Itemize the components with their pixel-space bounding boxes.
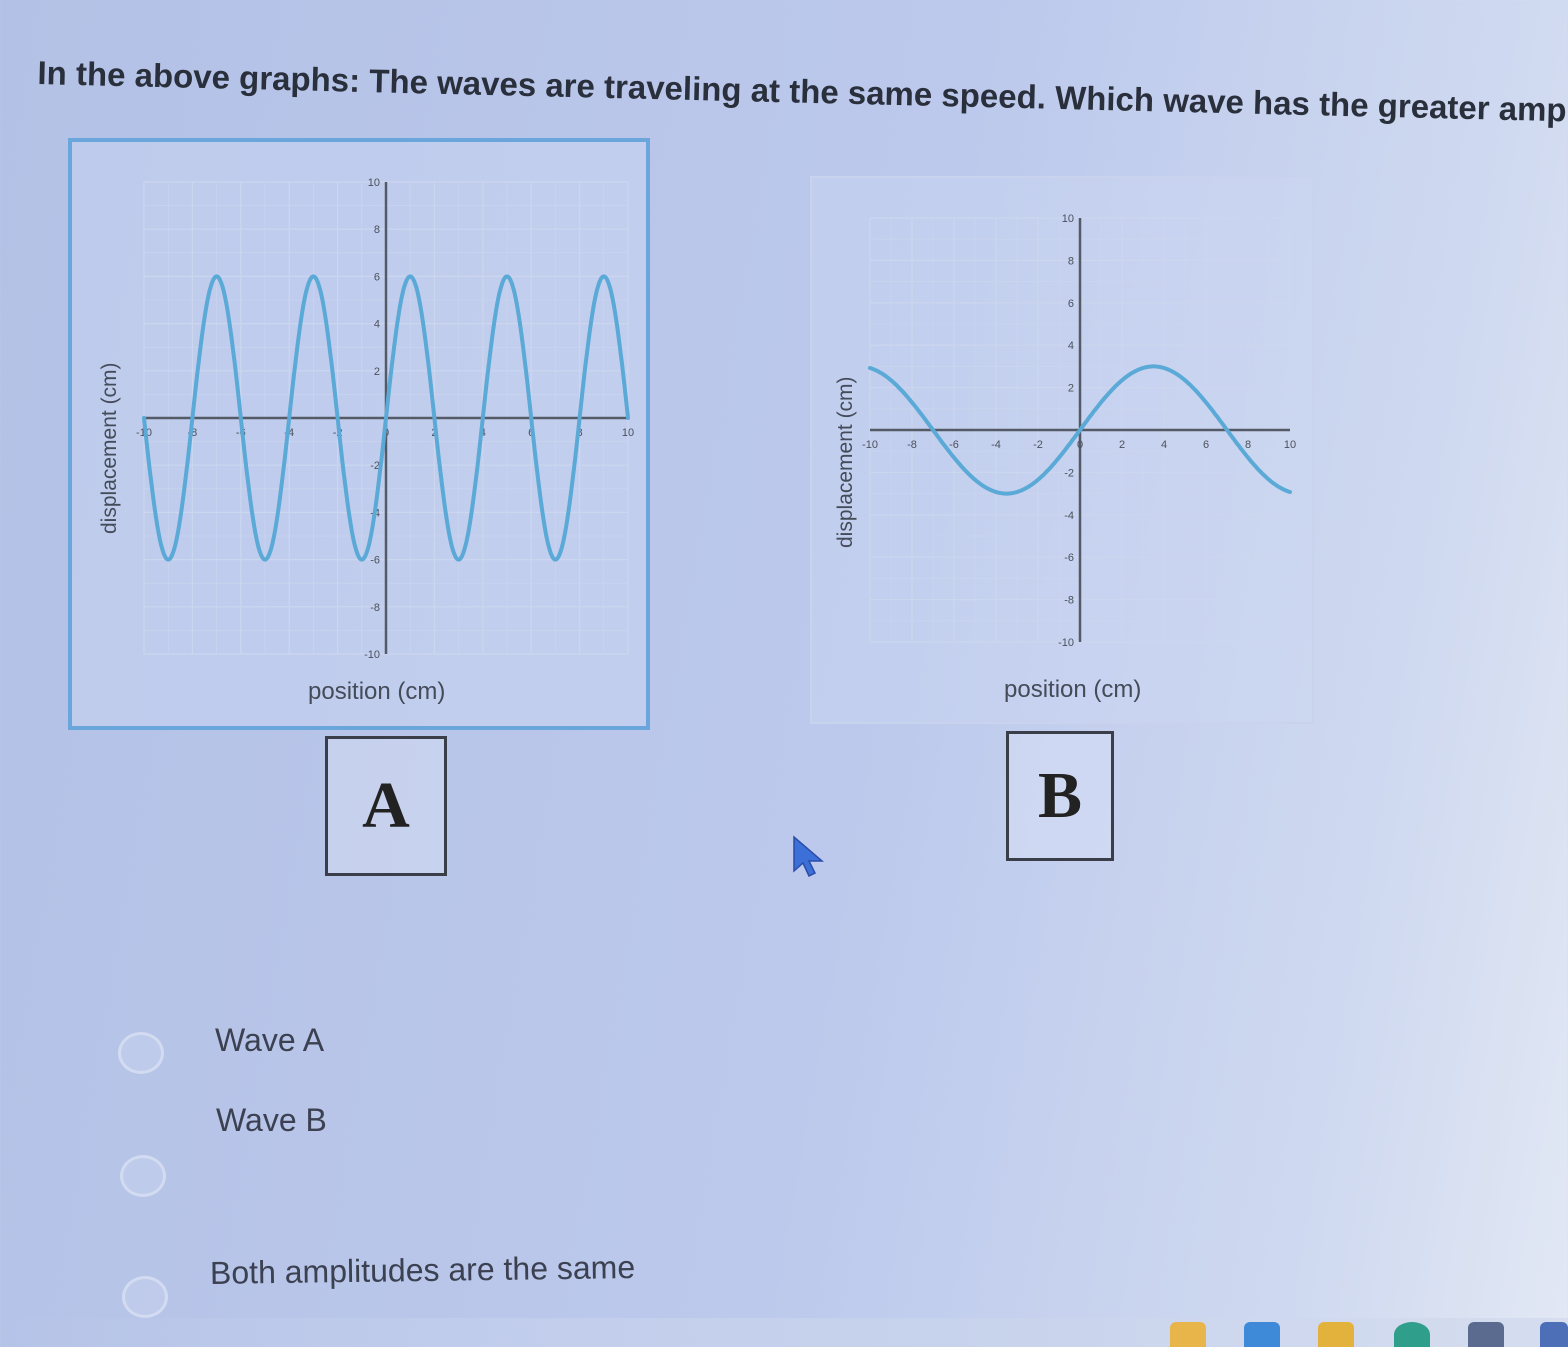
option-label[interactable]: Wave A [215,1022,324,1059]
store-icon[interactable] [1468,1322,1504,1347]
option-both-same[interactable]: Both amplitudes are the same [0,0,800,1318]
radio-wave-b[interactable] [120,1155,166,1197]
option-label[interactable]: Both amplitudes are the same [210,1249,636,1292]
y-tick-label: 8 [374,224,380,236]
y-tick-label: 4 [374,319,380,331]
x-tick-label: -10 [862,439,878,451]
radio-both-same[interactable] [122,1276,168,1318]
y-tick-label: -8 [370,602,380,614]
y-tick-label: 2 [374,366,380,378]
y-tick-label: -6 [370,555,380,567]
y-tick-label: 2 [1068,383,1074,395]
browser-icon[interactable] [1394,1322,1430,1347]
radio-wave-a[interactable] [118,1032,164,1074]
taskbar-app-icon[interactable] [1244,1322,1280,1347]
label-box-a: A [325,736,447,876]
y-tick-label: 10 [1062,213,1074,225]
folder-icon[interactable] [1318,1322,1354,1347]
x-tick-label: 10 [1284,439,1296,451]
y-tick-label: 6 [374,271,380,283]
x-tick-label: -8 [907,439,917,451]
graph-b-chart: -10 -8 -6 -4 -2 0 2 4 6 8 10 10 8 6 4 2 -2 -4 -6 -8 -10 [862,213,1296,649]
y-tick-label: 6 [1068,298,1074,310]
taskbar-app-icon[interactable] [1170,1322,1206,1347]
graph-a-xlabel: position (cm) [308,678,446,705]
graph-a-ylabel: displacement (cm) [98,362,121,534]
x-tick-label: 0 [1077,439,1083,451]
graph-a-chart: -10 -8 -6 -4 -2 0 2 4 6 8 10108642-2-4-6-8-10 [136,177,634,661]
x-tick-label: -6 [949,439,959,451]
y-tick-label: -2 [1064,467,1074,479]
x-tick-label: -4 [991,439,1001,451]
y-tick-label: 4 [1068,340,1074,352]
teams-icon[interactable] [1540,1322,1568,1347]
y-tick-label: 10 [368,177,380,189]
graph-a-panel: -10 -8 -6 -4 -2 0 2 4 6 8 10 10 8 6 4 2 -2 -4 -6 -8 -10 disp… [68,138,650,730]
graph-b-ylabel: displacement (cm) [834,376,857,548]
x-tick-label: 10 [622,427,634,439]
graph-b-panel: -10 -8 -6 -4 -2 0 2 4 6 8 10 10 8 6 4 2 -2 -4 -6 -8 -10 disp… [810,176,1314,724]
x-tick-label: -2 [1033,439,1043,451]
y-tick-label: -6 [1064,552,1074,564]
y-tick-label: -10 [1058,637,1074,649]
y-tick-label: 8 [1068,255,1074,267]
x-tick-label: 4 [1161,439,1167,451]
graph-b-xlabel: position (cm) [1004,676,1142,703]
x-tick-label: 2 [1119,439,1125,451]
x-tick-label: 8 [1245,439,1251,451]
mouse-pointer-icon [793,835,825,878]
option-label[interactable]: Wave B [216,1102,327,1139]
y-tick-label: -4 [1064,510,1074,522]
label-box-b: B [1006,731,1114,861]
y-tick-label: -10 [364,649,380,661]
y-tick-label: -8 [1064,595,1074,607]
x-tick-label: 6 [1203,439,1209,451]
